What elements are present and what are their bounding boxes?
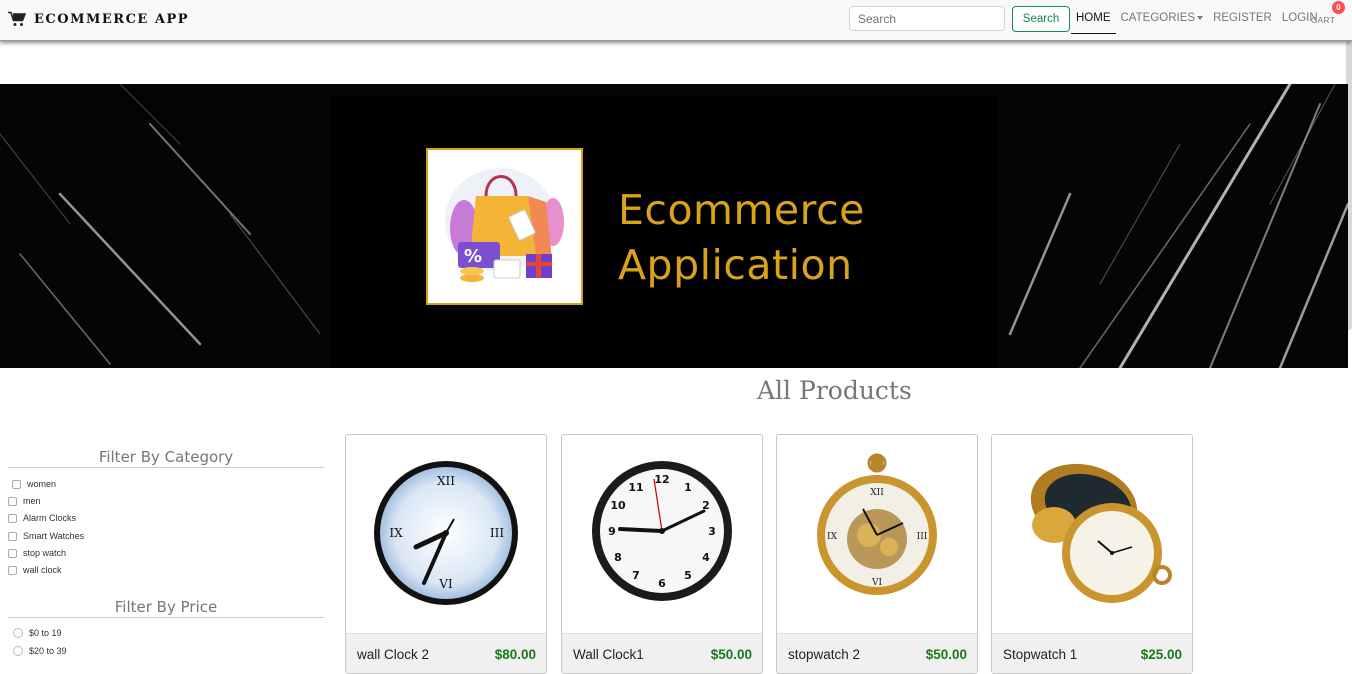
svg-text:6: 6 bbox=[658, 577, 666, 590]
price-option-label: $20 to 39 bbox=[29, 646, 67, 656]
radio-button[interactable] bbox=[13, 628, 23, 638]
price-option-0-19[interactable]: $0 to 19 bbox=[13, 628, 62, 638]
svg-text:4: 4 bbox=[702, 551, 710, 564]
nav-categories-label: CATEGORIES bbox=[1120, 12, 1196, 24]
svg-text:1: 1 bbox=[684, 481, 692, 494]
shopping-cart-icon bbox=[8, 11, 26, 26]
caret-down-icon bbox=[1197, 15, 1204, 20]
category-option-label: men bbox=[23, 496, 41, 506]
wall-clock-image: 12123 4567 891011 bbox=[592, 461, 732, 601]
product-price: $25.00 bbox=[1140, 647, 1182, 662]
shopping-bag-icon: % bbox=[445, 168, 564, 282]
nav-links: HOME CATEGORIES REGISTER LOGIN bbox=[1071, 0, 1323, 40]
svg-text:VI: VI bbox=[438, 577, 453, 591]
category-filter-title: Filter By Category bbox=[8, 448, 324, 468]
nav-home-label: HOME bbox=[1076, 12, 1111, 24]
product-card[interactable]: Stopwatch 1 $25.00 bbox=[991, 434, 1193, 674]
price-option-label: $0 to 19 bbox=[29, 628, 62, 638]
product-price: $80.00 bbox=[494, 647, 536, 662]
svg-text:7: 7 bbox=[632, 569, 640, 582]
product-name[interactable]: wall Clock 2 bbox=[357, 647, 429, 662]
category-option-stop-watch[interactable]: stop watch bbox=[8, 548, 66, 558]
category-option-label: Alarm Clocks bbox=[23, 513, 77, 523]
search-input[interactable] bbox=[849, 6, 1005, 31]
category-option-label: wall clock bbox=[23, 565, 62, 575]
svg-text:IX: IX bbox=[389, 526, 403, 540]
product-card-footer: Wall Clock1 $50.00 bbox=[562, 633, 762, 673]
svg-text:VI: VI bbox=[871, 578, 882, 588]
nav-categories-dropdown[interactable]: CATEGORIES bbox=[1116, 0, 1209, 35]
product-name[interactable]: stopwatch 2 bbox=[788, 647, 860, 662]
page-title: All Products bbox=[757, 376, 912, 405]
nav-home[interactable]: HOME bbox=[1071, 0, 1116, 34]
product-card-footer: stopwatch 2 $50.00 bbox=[777, 633, 977, 673]
svg-text:XII: XII bbox=[437, 474, 455, 488]
cart-label: CART bbox=[1311, 15, 1336, 25]
brand-link[interactable]: ECOMMERCE APP bbox=[8, 11, 189, 27]
svg-text:3: 3 bbox=[708, 525, 716, 538]
checkbox[interactable] bbox=[8, 531, 17, 541]
shopping-bag-logo: % bbox=[426, 148, 583, 305]
product-name[interactable]: Stopwatch 1 bbox=[1003, 647, 1077, 662]
product-price: $50.00 bbox=[710, 647, 752, 662]
product-card[interactable]: XII III VI IX stopwatch 2 $50.00 bbox=[776, 434, 978, 674]
svg-text:XII: XII bbox=[870, 488, 884, 498]
svg-text:%: % bbox=[464, 246, 482, 267]
banner-line-1: Ecommerce bbox=[618, 186, 865, 234]
checkbox[interactable] bbox=[12, 479, 21, 489]
brand-name: ECOMMERCE APP bbox=[34, 11, 189, 27]
category-option-men[interactable]: men bbox=[8, 496, 41, 506]
navbar: ECOMMERCE APP Search HOME CATEGORIES REG… bbox=[0, 0, 1352, 41]
search-button[interactable]: Search bbox=[1012, 6, 1070, 32]
product-price: $50.00 bbox=[925, 647, 967, 662]
checkbox[interactable] bbox=[8, 565, 17, 575]
svg-text:10: 10 bbox=[610, 499, 626, 512]
category-option-alarm-clocks[interactable]: Alarm Clocks bbox=[8, 513, 76, 523]
category-option-women[interactable]: women bbox=[12, 479, 56, 489]
svg-text:11: 11 bbox=[628, 481, 643, 494]
category-option-label: stop watch bbox=[23, 548, 67, 558]
cart-count-badge: 0 bbox=[1332, 1, 1345, 14]
nav-register-label: REGISTER bbox=[1213, 12, 1272, 24]
svg-text:5: 5 bbox=[684, 569, 692, 582]
svg-text:9: 9 bbox=[608, 525, 616, 538]
price-filter-title: Filter By Price bbox=[8, 598, 324, 618]
svg-text:8: 8 bbox=[614, 551, 622, 564]
checkbox[interactable] bbox=[8, 513, 17, 523]
product-name[interactable]: Wall Clock1 bbox=[573, 647, 644, 662]
product-card[interactable]: XII III VI IX wall Clock 2 $80.00 bbox=[345, 434, 547, 674]
product-card[interactable]: 12 1 2 3 4567 8 9 10 11 Wall Clock1 $50.00 bbox=[561, 434, 763, 674]
checkbox[interactable] bbox=[8, 496, 17, 506]
banner-line-2: Application bbox=[618, 241, 853, 289]
svg-text:IX: IX bbox=[827, 532, 838, 542]
stopwatch-image bbox=[1030, 463, 1172, 603]
svg-text:III: III bbox=[917, 532, 928, 542]
checkbox[interactable] bbox=[8, 548, 17, 558]
svg-text:12: 12 bbox=[654, 473, 669, 486]
product-card-footer: wall Clock 2 $80.00 bbox=[346, 633, 546, 673]
price-option-20-39[interactable]: $20 to 39 bbox=[13, 646, 67, 656]
product-card-footer: Stopwatch 1 $25.00 bbox=[992, 633, 1192, 673]
radio-button[interactable] bbox=[13, 646, 23, 656]
pocket-watch-image: XII III VI IX bbox=[817, 453, 937, 595]
svg-text:III: III bbox=[490, 526, 504, 540]
cart-link[interactable]: CART 0 bbox=[1311, 1, 1345, 28]
nav-register[interactable]: REGISTER bbox=[1208, 0, 1277, 35]
category-option-smart-watches[interactable]: Smart Watches bbox=[8, 531, 84, 541]
wall-clock-image: XII III VI IX bbox=[374, 461, 518, 605]
category-option-wall-clock[interactable]: wall clock bbox=[8, 565, 62, 575]
category-option-label: women bbox=[27, 479, 57, 489]
category-option-label: Smart Watches bbox=[23, 531, 85, 541]
